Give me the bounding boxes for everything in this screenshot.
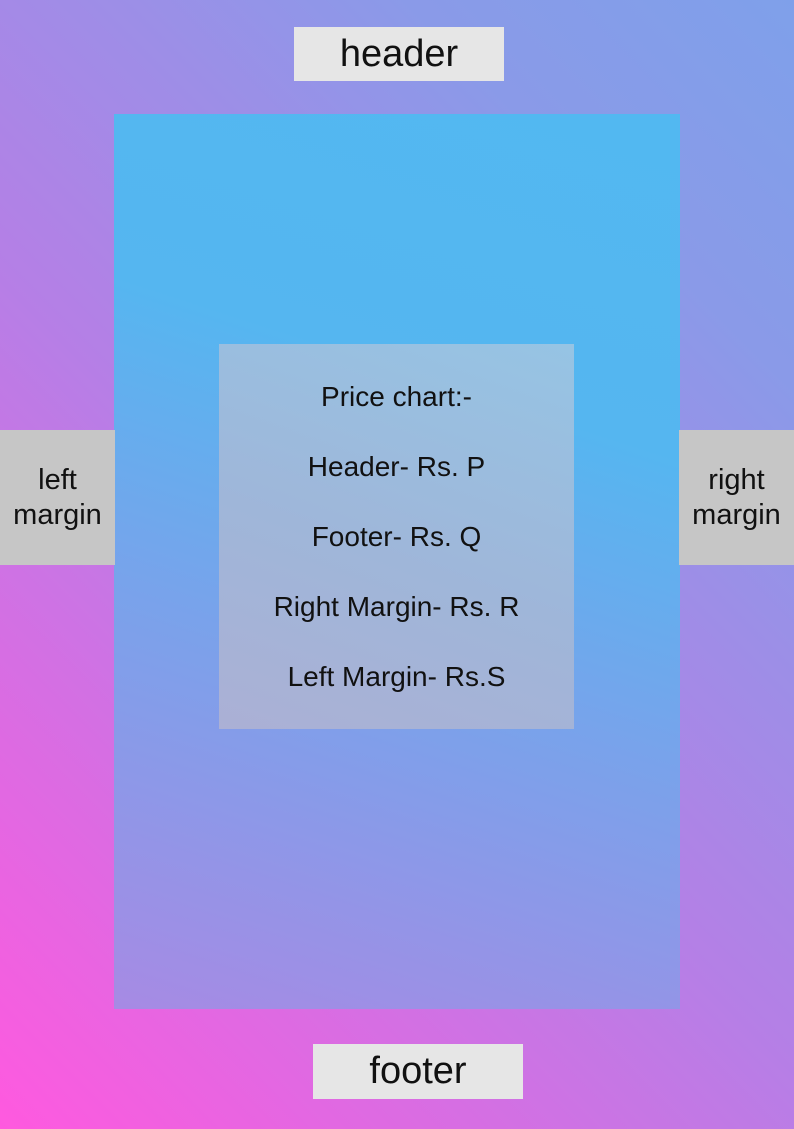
right-margin-label-line2: margin (692, 498, 781, 531)
left-margin-label-line2: margin (13, 498, 102, 531)
price-chart-title: Price chart:- (321, 381, 472, 412)
header-label: header (339, 32, 459, 75)
price-item-header: Header- Rs. P (307, 451, 486, 482)
footer-label: footer (369, 1050, 467, 1092)
price-chart-panel: Price chart:- Header- Rs. P Footer- Rs. … (219, 344, 574, 729)
right-margin-box: right margin (679, 430, 794, 565)
right-margin-label-line1: right (708, 463, 765, 496)
price-item-right-margin: Right Margin- Rs. R (273, 591, 520, 622)
header-box: header (294, 27, 504, 81)
left-margin-box: left margin (0, 430, 115, 565)
price-item-left-margin: Left Margin- Rs.S (287, 661, 506, 692)
footer-box: footer (313, 1044, 523, 1099)
price-item-footer: Footer- Rs. Q (311, 521, 482, 552)
left-margin-label-line1: left (38, 463, 77, 496)
